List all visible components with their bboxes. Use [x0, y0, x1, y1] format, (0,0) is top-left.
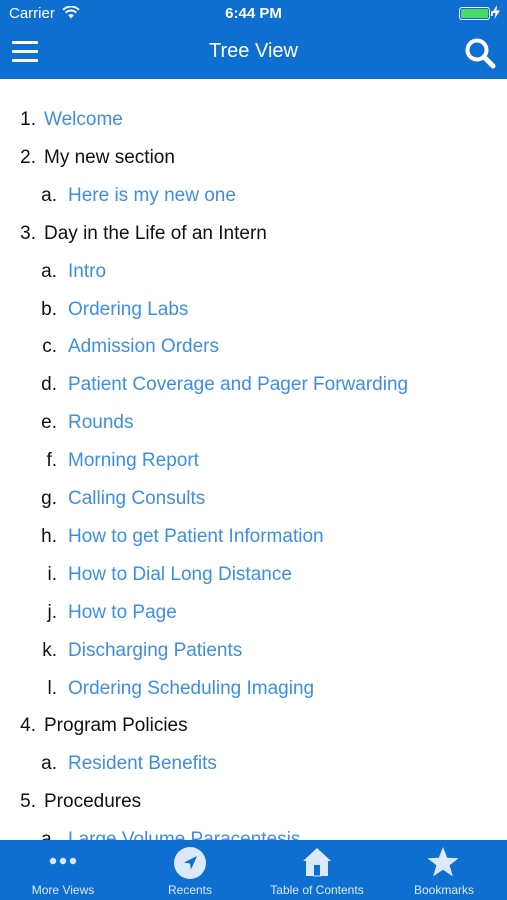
tree-link-label[interactable]: Discharging Patients: [68, 636, 242, 666]
tree-link-label[interactable]: Intro: [68, 257, 106, 287]
tab-bookmarks[interactable]: Bookmarks: [381, 840, 507, 900]
navigation-bar: Carrier 6:44 PM Tree View: [0, 0, 507, 79]
tree-link-label[interactable]: Large Volume Paracentesis: [68, 825, 300, 840]
status-bar: Carrier 6:44 PM: [0, 0, 507, 26]
tab-bar: More Views Recents Table of Contents Boo…: [0, 840, 507, 900]
tab-label: Bookmarks: [413, 883, 475, 897]
tree-link-label[interactable]: Patient Coverage and Pager Forwarding: [68, 370, 408, 400]
tree-link-label[interactable]: How to get Patient Information: [68, 522, 324, 552]
home-icon: [303, 848, 331, 877]
list-marker: a.: [41, 260, 57, 282]
list-marker: 5.: [20, 791, 36, 813]
list-marker: d.: [41, 374, 57, 396]
tree-link-label[interactable]: Resident Benefits: [68, 749, 217, 779]
tree-section-label: Procedures: [44, 791, 142, 813]
tree-link-label[interactable]: How to Page: [68, 598, 177, 628]
list-marker: b.: [41, 298, 57, 320]
list-marker: k.: [42, 639, 57, 661]
tree-view-list: 1. Welcome 2. My new section a. Here is my ne…: [0, 79, 507, 840]
list-marker: 3.: [20, 222, 36, 244]
tree-link-label[interactable]: Admission Orders: [68, 332, 219, 362]
tree-section-label: Program Policies: [44, 715, 188, 737]
list-marker: f.: [46, 450, 57, 472]
charging-icon: [492, 5, 500, 19]
tab-label: Table of Contents: [270, 883, 364, 897]
search-icon[interactable]: [463, 37, 497, 69]
list-marker: j.: [47, 601, 58, 623]
list-marker: a.: [41, 753, 57, 775]
tree-link-label[interactable]: Welcome: [44, 105, 123, 135]
more-icon: [49, 857, 77, 865]
list-marker: c.: [42, 336, 57, 358]
tab-table-of-contents[interactable]: Table of Contents: [254, 840, 380, 900]
tab-more-views[interactable]: More Views: [0, 840, 126, 900]
list-marker: g.: [41, 488, 57, 509]
list-marker: 2.: [20, 146, 36, 168]
tree-section-label: Day in the Life of an Intern: [44, 222, 267, 244]
battery-icon: [459, 7, 493, 20]
list-marker: a.: [41, 184, 57, 206]
tree-link-label[interactable]: Rounds: [68, 408, 134, 438]
list-marker: 1.: [20, 109, 36, 130]
tree-link-label[interactable]: Here is my new one: [68, 181, 236, 211]
tree-link-label[interactable]: Morning Report: [68, 446, 199, 476]
tab-label: Recents: [167, 883, 213, 897]
status-time: 6:44 PM: [225, 5, 282, 22]
tab-recents[interactable]: Recents: [127, 840, 253, 900]
location-arrow-icon: [174, 847, 206, 879]
list-marker: a.: [41, 829, 57, 840]
list-marker: e.: [41, 412, 57, 434]
star-icon: [427, 847, 459, 877]
page-title: Tree View: [209, 40, 298, 62]
tree-section-label: My new section: [44, 146, 175, 168]
tree-link-label[interactable]: Ordering Labs: [68, 295, 188, 325]
list-marker: i.: [47, 563, 58, 585]
list-marker: l.: [47, 677, 58, 699]
tree-link-label[interactable]: Calling Consults: [68, 484, 205, 514]
list-marker: 4.: [20, 715, 36, 737]
tree-link-label[interactable]: How to Dial Long Distance: [68, 560, 292, 590]
list-marker: h.: [41, 525, 57, 547]
tab-label: More Views: [31, 883, 95, 897]
tree-link-label[interactable]: Ordering Scheduling Imaging: [68, 674, 314, 704]
